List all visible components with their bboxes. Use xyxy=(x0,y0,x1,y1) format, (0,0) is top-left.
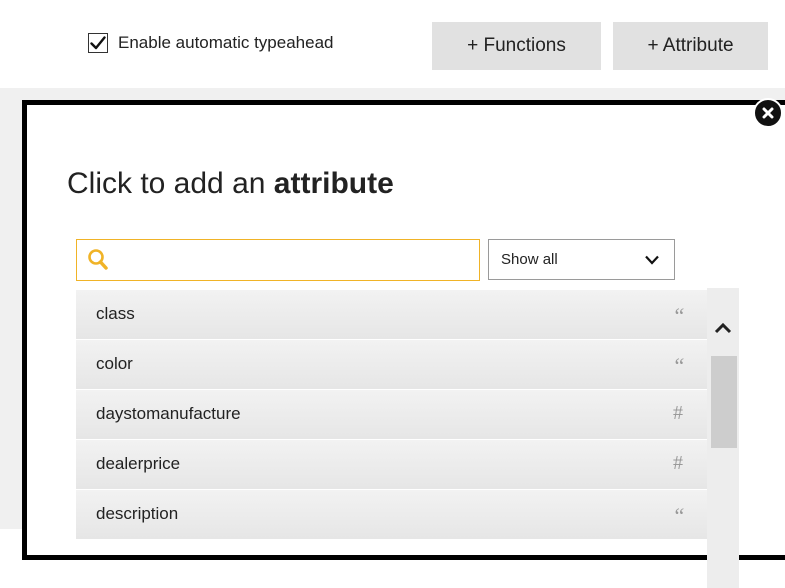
list-scrollbar[interactable] xyxy=(707,288,739,588)
checkmark-icon xyxy=(90,36,106,50)
typeahead-label: Enable automatic typeahead xyxy=(118,33,334,52)
number-hash-icon: # xyxy=(673,402,683,424)
scrollbar-thumb[interactable] xyxy=(711,356,737,448)
attribute-row-daystomanufacture[interactable]: daystomanufacture # xyxy=(76,390,713,440)
close-dialog-button[interactable] xyxy=(753,98,783,128)
attribute-list: class “ color “ daystomanufacture # deal… xyxy=(76,290,713,540)
dialog-title-prefix: Click to add an xyxy=(67,167,266,200)
scroll-up-button[interactable] xyxy=(707,318,739,338)
attribute-name: daystomanufacture xyxy=(96,404,241,423)
chevron-down-icon xyxy=(645,255,659,265)
attribute-name: dealerprice xyxy=(96,454,181,473)
close-icon xyxy=(762,107,774,119)
attribute-name: description xyxy=(96,504,179,523)
add-attribute-dialog: Click to add an attribute Show all class… xyxy=(22,100,785,588)
attribute-row-class[interactable]: class “ xyxy=(76,290,713,340)
typeahead-checkbox[interactable] xyxy=(88,33,108,53)
typeahead-toggle[interactable]: Enable automatic typeahead xyxy=(88,33,334,53)
text-quote-icon: “ xyxy=(672,503,684,528)
attribute-filter-select[interactable]: Show all xyxy=(488,239,675,280)
attribute-row-dealerprice[interactable]: dealerprice # xyxy=(76,440,713,490)
add-attribute-button[interactable]: + Attribute xyxy=(613,22,768,70)
search-icon xyxy=(88,249,108,270)
attribute-name: class xyxy=(96,304,135,323)
attribute-name: color xyxy=(96,354,133,373)
add-functions-button[interactable]: + Functions xyxy=(432,22,601,70)
number-hash-icon: # xyxy=(673,452,683,474)
attribute-row-color[interactable]: color “ xyxy=(76,340,713,390)
filter-selected-value: Show all xyxy=(501,251,558,268)
toolbar: Enable automatic typeahead + Functions +… xyxy=(0,0,785,88)
text-quote-icon: “ xyxy=(672,353,684,378)
text-quote-icon: “ xyxy=(672,303,684,328)
chevron-up-icon xyxy=(714,322,732,334)
search-input[interactable] xyxy=(117,246,471,276)
attribute-search-box[interactable] xyxy=(76,239,480,281)
dialog-title-bold: attribute xyxy=(273,167,394,200)
attribute-row-description[interactable]: description “ xyxy=(76,490,713,540)
dialog-title: Click to add an attribute xyxy=(67,167,394,201)
